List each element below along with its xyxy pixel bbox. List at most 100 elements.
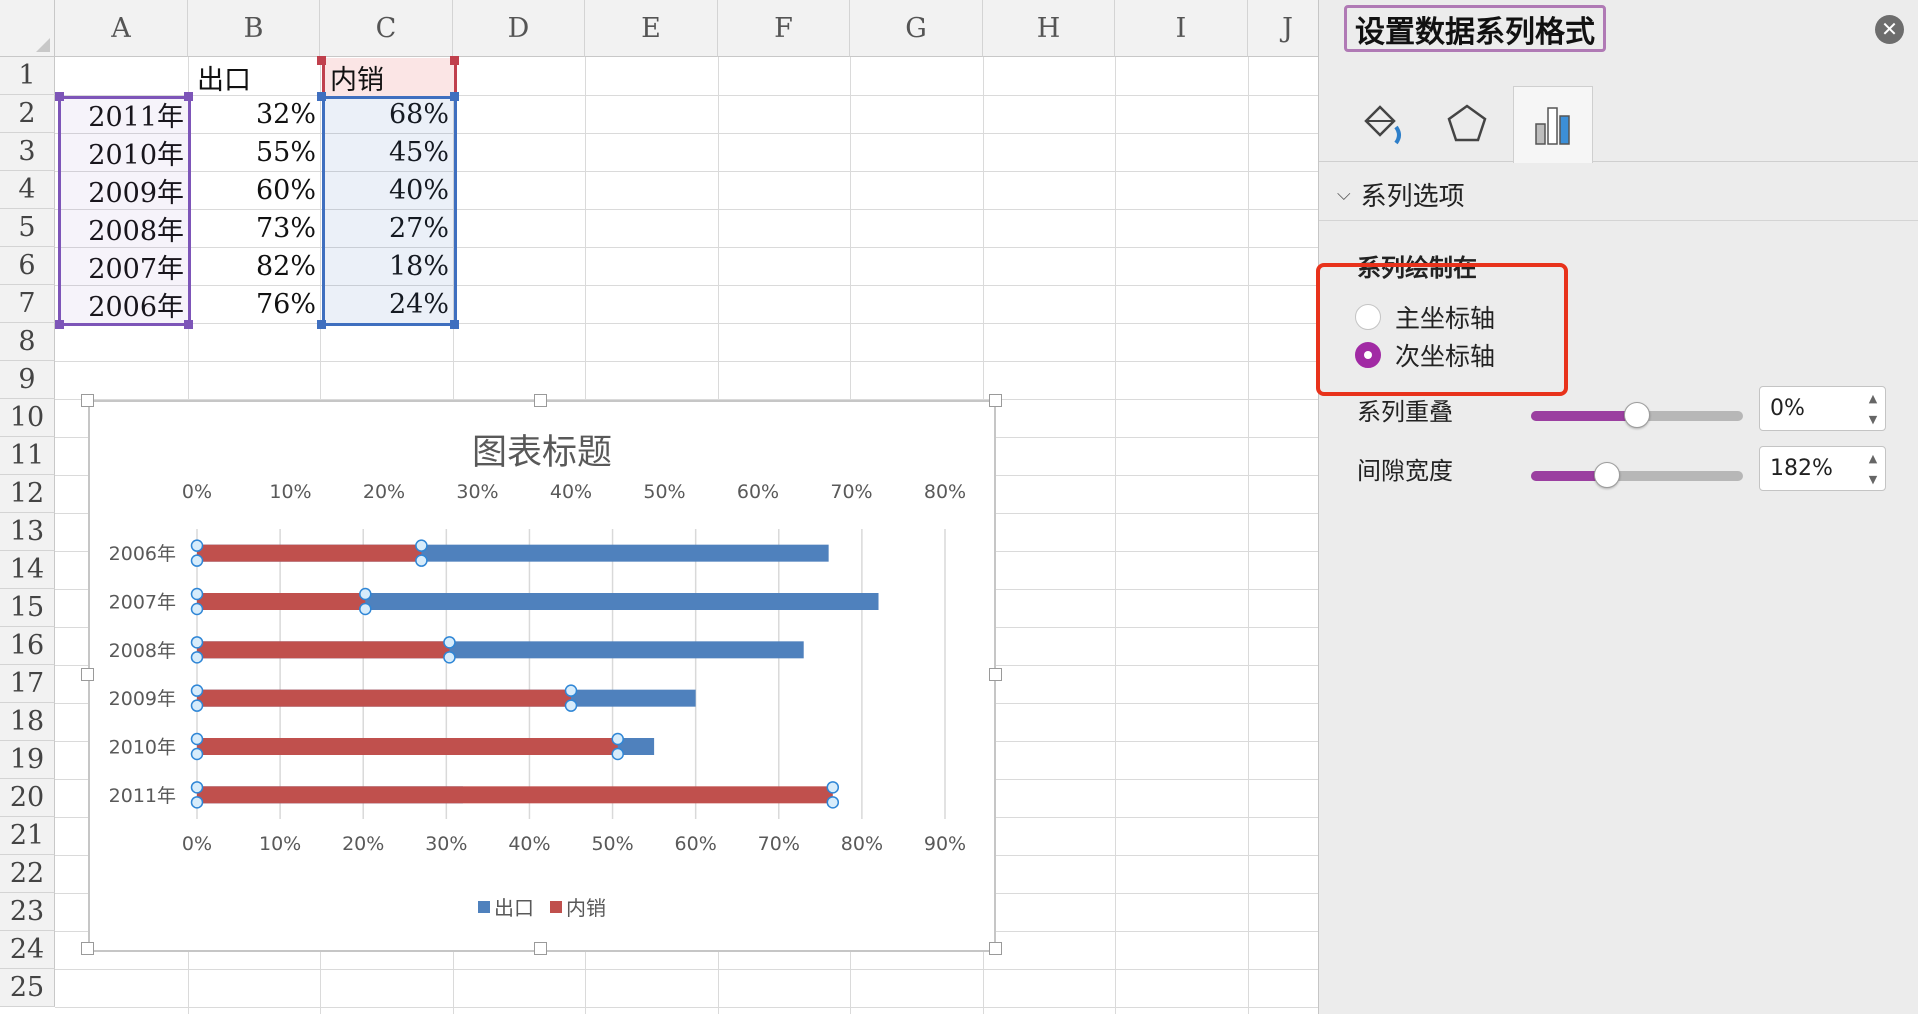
selection-handle[interactable] [611, 747, 624, 761]
cell-export[interactable]: 76% [188, 285, 320, 323]
range-handle[interactable] [317, 320, 326, 329]
range-handle[interactable] [184, 320, 193, 329]
selection-handle[interactable] [826, 796, 840, 809]
legend-item-domestic[interactable]: 内销 [550, 892, 606, 921]
column-header[interactable]: A [55, 0, 188, 57]
chevron-up-icon[interactable]: ▲ [1869, 452, 1877, 465]
row-header[interactable]: 16 [0, 627, 55, 665]
stepper-arrows[interactable]: ▲ ▼ [1861, 387, 1885, 430]
row-header[interactable]: 2 [0, 95, 55, 133]
selection-handle[interactable] [564, 699, 578, 712]
bar-domestic[interactable] [197, 544, 422, 562]
range-handle[interactable] [450, 92, 459, 101]
selection-handle[interactable] [190, 539, 204, 552]
cell-b1[interactable]: 出口 [191, 58, 324, 96]
selection-handle[interactable] [443, 651, 456, 664]
chart-legend[interactable]: 出口 内销 [90, 892, 994, 921]
selection-handle[interactable] [190, 554, 204, 567]
row-header[interactable]: 19 [0, 741, 55, 779]
close-icon[interactable]: ✕ [1875, 15, 1904, 44]
range-handle[interactable] [184, 92, 193, 101]
spreadsheet-grid[interactable]: ABCDEFGHIJ 1 2 3 4 5 6 7 8 9 10 11 12 13 14 15 16 17 18 19… [0, 0, 1318, 1014]
chevron-up-icon[interactable]: ▲ [1869, 392, 1877, 405]
bar-domestic[interactable] [197, 641, 450, 659]
selection-handle[interactable] [190, 747, 204, 761]
cell-export[interactable]: 60% [188, 171, 320, 209]
overlap-slider[interactable] [1531, 402, 1743, 428]
column-header[interactable]: C [320, 0, 453, 57]
chart-resize-handle[interactable] [989, 668, 1002, 681]
gap-width-slider-knob[interactable] [1594, 462, 1621, 488]
row-header[interactable]: 12 [0, 475, 55, 513]
bar-domestic[interactable] [197, 593, 366, 610]
tab-series-options[interactable] [1513, 86, 1593, 163]
column-header[interactable]: E [585, 0, 718, 57]
legend-item-export[interactable]: 出口 [478, 892, 534, 921]
row-header[interactable]: 20 [0, 779, 55, 817]
bar-domestic[interactable] [197, 738, 618, 755]
selection-handle[interactable] [564, 684, 578, 697]
cell-export[interactable]: 73% [188, 209, 320, 247]
selection-handle[interactable] [415, 539, 428, 552]
chart-resize-handle[interactable] [81, 942, 94, 955]
selection-handle[interactable] [359, 602, 372, 616]
chevron-down-icon[interactable]: ▼ [1869, 413, 1877, 426]
selection-handle[interactable] [190, 636, 204, 649]
range-handle[interactable] [450, 320, 459, 329]
row-header[interactable]: 24 [0, 931, 55, 969]
selection-handle[interactable] [443, 636, 456, 649]
range-handle[interactable] [55, 320, 64, 329]
row-header[interactable]: 11 [0, 437, 55, 475]
cell-export[interactable]: 32% [188, 95, 320, 133]
chart-plot-area[interactable]: 0% 10% 20% 30% 40% 50% 60% 70% 80% 90% 0% 10% 20% 30%… [90, 402, 994, 950]
chevron-down-icon[interactable]: ▼ [1869, 473, 1877, 486]
row-header[interactable]: 6 [0, 247, 55, 285]
row-header[interactable]: 7 [0, 285, 55, 323]
overlap-stepper[interactable]: 0% ▲ ▼ [1759, 386, 1886, 431]
row-header[interactable]: 1 [0, 57, 55, 95]
row-header[interactable]: 18 [0, 703, 55, 741]
cell-export[interactable]: 82% [188, 247, 320, 285]
select-all-corner[interactable] [0, 0, 55, 57]
column-header[interactable]: F [718, 0, 850, 57]
column-header[interactable]: I [1115, 0, 1248, 57]
row-header[interactable]: 22 [0, 855, 55, 893]
selection-handle[interactable] [190, 699, 204, 712]
overlap-slider-knob[interactable] [1624, 402, 1650, 428]
stepper-arrows[interactable]: ▲ ▼ [1861, 447, 1885, 490]
column-header[interactable]: J [1248, 0, 1318, 57]
row-header[interactable]: 9 [0, 361, 55, 399]
bar-chart[interactable]: 图表标题 0% 10% 20% 30% 40% 50% 60% 70% 80% 90% 0% 10% 2… [88, 400, 996, 952]
gap-width-slider[interactable] [1531, 462, 1743, 488]
bar-domestic[interactable] [197, 689, 571, 707]
chart-resize-handle[interactable] [81, 394, 94, 407]
column-header[interactable]: D [453, 0, 585, 57]
row-header[interactable]: 13 [0, 513, 55, 551]
row-header[interactable]: 10 [0, 399, 55, 437]
row-header[interactable]: 25 [0, 969, 55, 1007]
column-header[interactable]: H [983, 0, 1115, 57]
selection-handle[interactable] [190, 587, 204, 601]
row-header[interactable]: 4 [0, 171, 55, 209]
section-series-options[interactable]: ⌵ 系列选项 [1337, 176, 1465, 213]
row-header[interactable]: 23 [0, 893, 55, 931]
selection-handle[interactable] [826, 781, 840, 794]
row-header[interactable]: 5 [0, 209, 55, 247]
chart-resize-handle[interactable] [534, 942, 547, 955]
gap-width-stepper[interactable]: 182% ▲ ▼ [1759, 446, 1886, 491]
column-header[interactable]: B [188, 0, 320, 57]
cell-export[interactable]: 55% [188, 133, 320, 171]
selection-handle[interactable] [190, 781, 204, 794]
row-header[interactable]: 3 [0, 133, 55, 171]
tab-fill-line[interactable] [1341, 86, 1421, 162]
row-header[interactable]: 21 [0, 817, 55, 855]
row-header[interactable]: 15 [0, 589, 55, 627]
selection-handle[interactable] [611, 732, 624, 746]
chart-resize-handle[interactable] [81, 668, 94, 681]
range-handle[interactable] [317, 56, 326, 65]
chart-resize-handle[interactable] [989, 942, 1002, 955]
selection-handle[interactable] [190, 796, 204, 809]
gap-width-value[interactable]: 182% [1770, 456, 1833, 481]
chart-resize-handle[interactable] [534, 394, 547, 407]
range-handle[interactable] [55, 92, 64, 101]
